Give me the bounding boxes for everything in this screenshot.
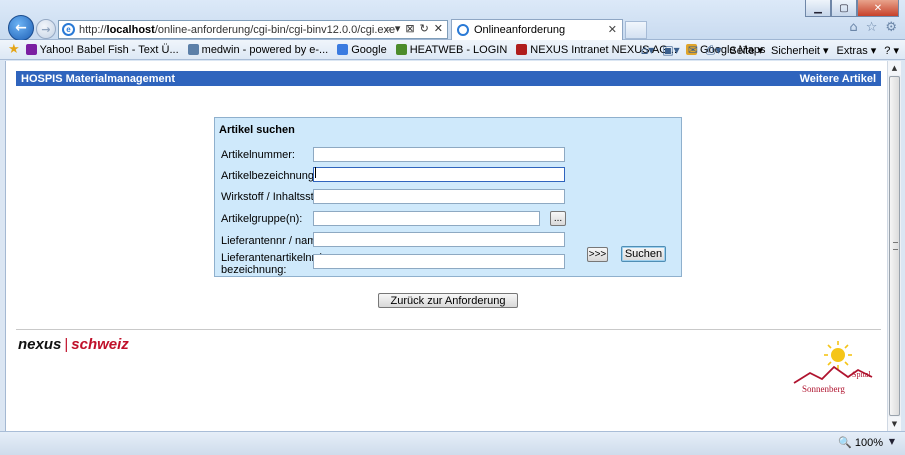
extras-menu[interactable]: Extras ▾ [837, 44, 877, 57]
artikelnummer-label: Artikelnummer: [221, 149, 295, 161]
scroll-thumb[interactable] [889, 76, 900, 416]
mail-icon[interactable]: ✉ [688, 43, 698, 57]
url-host: localhost [106, 23, 155, 36]
zoom-control[interactable]: 🔍 100% [838, 436, 883, 449]
feeds-icon[interactable]: ▣▾ [662, 43, 679, 57]
favorite-yahoo-babelfish[interactable]: Yahoo! Babel Fish - Text Ü... [25, 44, 179, 56]
print-icon[interactable]: ⎙▾ [706, 43, 722, 58]
text-cursor [315, 167, 316, 178]
favorites-star-icon[interactable]: ☆ [866, 20, 878, 35]
lieferant-input[interactable] [313, 232, 565, 247]
scroll-grip-icon [893, 242, 898, 250]
maximize-button[interactable]: ▢ [831, 0, 857, 17]
seite-menu[interactable]: Seite ▾ [729, 44, 763, 57]
arrow-right-icon: → [41, 22, 51, 36]
status-bar: 🔍 100% ▼ [0, 431, 905, 455]
forward-button[interactable]: → [36, 19, 56, 39]
home-icon[interactable]: ⌂ [849, 20, 857, 35]
scroll-up-icon[interactable]: ▲ [888, 61, 901, 75]
url-scheme: http:// [79, 23, 107, 36]
ie-tab-icon [457, 24, 469, 36]
nexus-icon [516, 44, 528, 55]
gear-icon[interactable]: ⚙ [885, 20, 897, 35]
lieferantenartikel-input[interactable] [313, 254, 565, 269]
tab-onlineanforderung[interactable]: Onlineanforderung ✕ [451, 19, 623, 40]
lieferant-label: Lieferantennr / name: [221, 235, 326, 247]
window-controls: ▁ ▢ ✕ [805, 0, 899, 17]
sicherheit-menu[interactable]: Sicherheit ▾ [771, 44, 829, 57]
url-path: /online-anforderung/cgi-bin/cgi-binv12.0… [154, 23, 396, 36]
back-to-request-button[interactable]: Zurück zur Anforderung [378, 293, 518, 308]
scroll-down-icon[interactable]: ▼ [888, 417, 901, 431]
favorite-heatweb[interactable]: HEATWEB - LOGIN [395, 44, 507, 56]
page-icon [187, 44, 199, 55]
address-tools: ⌕ ▾ ⊠ ↻ ✕ [385, 22, 443, 36]
artikelbezeichnung-label: Artikelbezeichnung: [221, 170, 318, 182]
back-button[interactable]: ← [8, 15, 34, 41]
favorites-add-icon[interactable]: ★ [8, 42, 20, 57]
home-cmd-icon[interactable]: ⌂▾ [641, 43, 655, 57]
help-menu[interactable]: ? ▾ [884, 44, 899, 57]
panel-title: Artikel suchen [219, 124, 295, 136]
compatibility-icon[interactable]: ⊠ [405, 22, 414, 36]
artikelbezeichnung-input[interactable] [313, 167, 565, 182]
favorites-bar: ★ Yahoo! Babel Fish - Text Ü... medwin -… [0, 40, 905, 60]
vertical-scrollbar[interactable]: ▲ ▼ [887, 61, 901, 431]
favorite-google[interactable]: Google [337, 44, 387, 56]
spital-text: Spital [852, 370, 871, 379]
heatweb-icon [395, 44, 407, 55]
command-bar: ⌂▾ ▣▾ ✉ ⎙▾ Seite ▾ Sicherheit ▾ Extras ▾… [641, 40, 899, 60]
nexus-schweiz-logo: nexus | schweiz [18, 336, 129, 353]
sonnenberg-text: Sonnenberg [802, 384, 845, 394]
address-bar[interactable]: e http:// localhost /online-anforderung/… [58, 20, 448, 39]
zoom-icon: 🔍 [838, 436, 852, 449]
ie-page-icon: e [62, 23, 75, 36]
minimize-button[interactable]: ▁ [805, 0, 831, 17]
more-options-button[interactable]: >>> [587, 247, 608, 262]
wirkstoff-input[interactable] [313, 189, 565, 204]
tab-title: Onlineanforderung [474, 24, 566, 36]
zoom-level: 100% [854, 436, 883, 449]
arrow-left-icon: ← [15, 20, 27, 36]
artikelgruppe-input[interactable] [313, 211, 540, 226]
sun-icon [824, 341, 852, 369]
browser-right-icons: ⌂ ☆ ⚙ [849, 20, 897, 35]
stop-icon[interactable]: ✕ [434, 22, 443, 36]
tab-close-icon[interactable]: ✕ [608, 23, 617, 36]
artikelgruppe-label: Artikelgruppe(n): [221, 213, 303, 225]
divider [16, 329, 881, 330]
yahoo-icon [25, 44, 37, 55]
refresh-icon[interactable]: ↻ [420, 22, 429, 36]
artikelgruppe-browse-button[interactable]: ... [550, 211, 566, 226]
search-button[interactable]: Suchen [621, 246, 666, 262]
close-window-button[interactable]: ✕ [857, 0, 899, 17]
artikelnummer-input[interactable] [313, 147, 565, 162]
app-title: HOSPIS Materialmanagement [21, 72, 176, 85]
search-dropdown-icon[interactable]: ⌕ ▾ [385, 22, 400, 36]
chevron-down-icon[interactable]: ▼ [889, 437, 895, 446]
app-header: HOSPIS Materialmanagement Weitere Artike… [16, 71, 881, 86]
browser-titlebar: ▁ ▢ ✕ ← → e http:// localhost /online-an… [0, 0, 905, 41]
article-search-panel: Artikel suchen Artikelnummer: Artikelbez… [214, 117, 682, 277]
weitere-artikel-link[interactable]: Weitere Artikel [800, 73, 876, 85]
google-icon [337, 44, 349, 55]
new-tab-button[interactable] [625, 21, 647, 39]
lieferantenartikel-label: Lieferantenartikelnr / bezeichnung: [221, 252, 322, 276]
favorite-medwin[interactable]: medwin - powered by e-... [187, 44, 328, 56]
spital-sonnenberg-logo: Spital Sonnenberg [788, 337, 878, 399]
page-viewport: HOSPIS Materialmanagement Weitere Artike… [5, 61, 887, 431]
